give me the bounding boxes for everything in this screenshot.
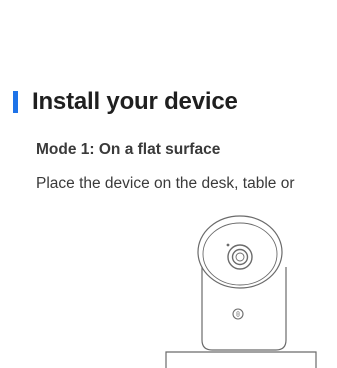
mode-description: Place the device on the desk, table or <box>36 175 295 192</box>
section-heading: Install your device <box>13 88 238 116</box>
camera-body-outline <box>201 267 287 351</box>
camera-on-surface-icon <box>150 212 330 368</box>
camera-lens <box>227 244 253 270</box>
install-page: Install your device Mode 1: On a flat su… <box>0 0 337 368</box>
camera-head-outline <box>197 215 283 289</box>
flat-surface <box>165 351 317 368</box>
mode-subtitle: Mode 1: On a flat surface <box>36 141 221 158</box>
page-title: Install your device <box>32 88 238 115</box>
heading-accent-bar <box>13 91 18 113</box>
indicator-dot <box>226 243 230 247</box>
